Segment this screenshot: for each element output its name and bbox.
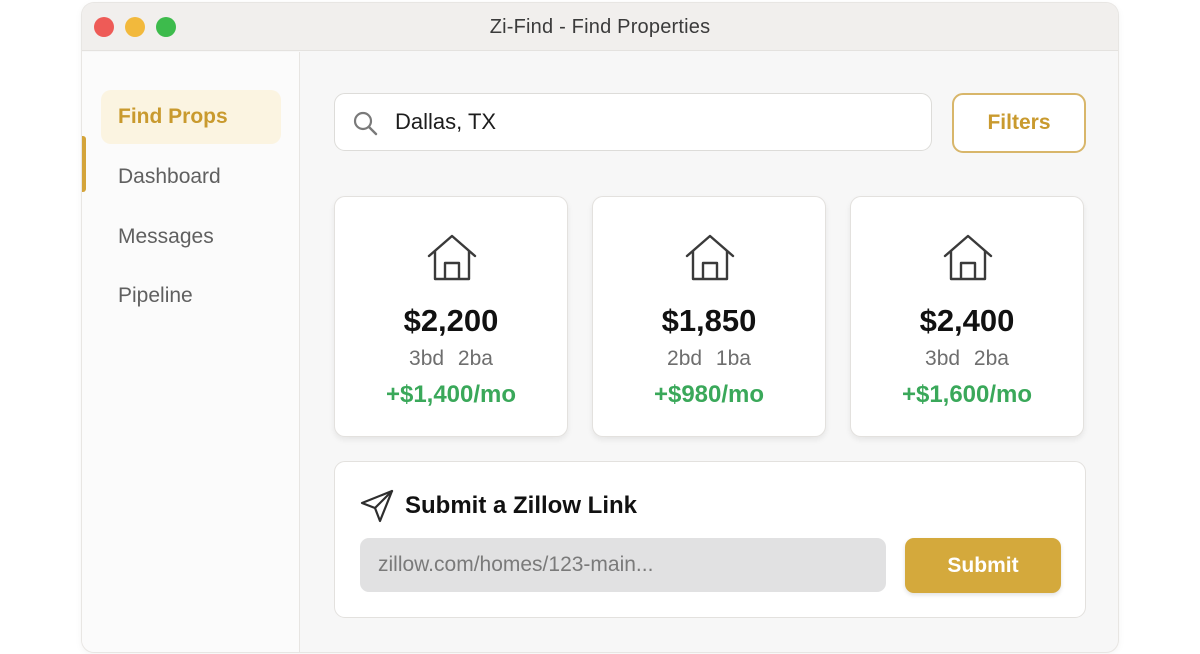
- house-icon: [427, 234, 477, 281]
- search-input[interactable]: [395, 94, 915, 150]
- search-icon: [353, 111, 378, 136]
- sidebar-item-dashboard[interactable]: Dashboard: [101, 150, 281, 204]
- listing-beds-baths: 3bd 2ba: [925, 347, 1009, 370]
- window-title: Zi-Find - Find Properties: [489, 16, 711, 38]
- sidebar-item-pipeline[interactable]: Pipeline: [101, 269, 281, 323]
- house-icon: [943, 234, 993, 281]
- title-bar: Zi-Find - Find Properties: [82, 3, 1118, 51]
- listing-card[interactable]: $1,850 2bd 1ba +$980/mo: [592, 196, 826, 437]
- zillow-link-input[interactable]: [360, 538, 886, 592]
- listing-card[interactable]: $2,400 3bd 2ba +$1,600/mo: [850, 196, 1084, 437]
- sidebar: Find Props Dashboard Messages Pipeline: [82, 52, 300, 652]
- sidebar-item-messages[interactable]: Messages: [101, 210, 281, 264]
- submit-panel-title: Submit a Zillow Link: [405, 492, 638, 519]
- listing-cashflow: +$980/mo: [653, 381, 765, 408]
- active-indicator: [82, 136, 86, 192]
- submit-link-panel: Submit a Zillow Link Submit: [334, 461, 1086, 618]
- submit-button[interactable]: Submit: [905, 538, 1061, 593]
- listing-price: $2,200: [403, 303, 499, 338]
- filters-button[interactable]: Filters: [952, 93, 1086, 153]
- send-icon: [360, 489, 394, 523]
- listing-cashflow: +$1,600/mo: [901, 381, 1033, 408]
- listing-card[interactable]: $2,200 3bd 2ba +$1,400/mo: [334, 196, 568, 437]
- listing-cashflow: +$1,400/mo: [385, 381, 517, 408]
- search-bar: [334, 93, 932, 151]
- listing-price: $1,850: [661, 303, 757, 338]
- house-icon: [685, 234, 735, 281]
- listing-price: $2,400: [919, 303, 1015, 338]
- sidebar-item-find-props[interactable]: Find Props: [101, 90, 281, 144]
- listing-beds-baths: 2bd 1ba: [667, 347, 751, 370]
- listing-beds-baths: 3bd 2ba: [409, 347, 493, 370]
- app-window: Zi-Find - Find Properties Find Props Das…: [82, 3, 1118, 652]
